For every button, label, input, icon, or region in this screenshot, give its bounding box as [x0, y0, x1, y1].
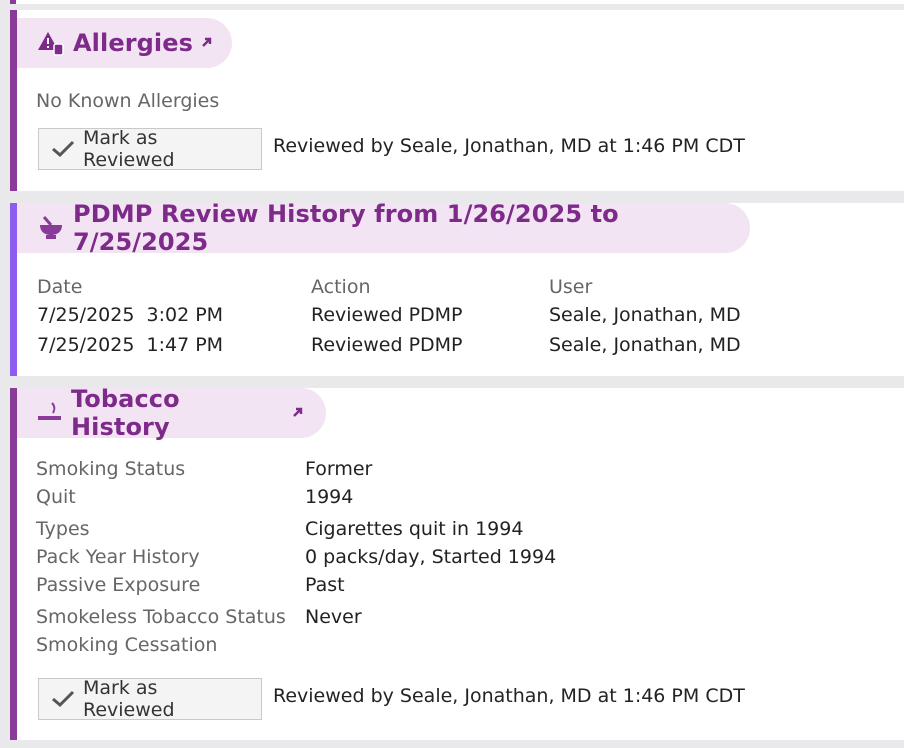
- field-label: Smoking Status: [36, 458, 186, 480]
- pdmp-row-date: 7/25/2025 1:47 PM: [37, 334, 224, 356]
- pdmp-col-date: Date: [37, 276, 83, 298]
- pdmp-col-user: User: [549, 276, 593, 298]
- pdmp-row-user: Seale, Jonathan, MD: [549, 334, 741, 356]
- pdmp-section: PDMP Review History from 1/26/2025 to 7/…: [10, 200, 904, 376]
- pdmp-row-action: Reviewed PDMP: [311, 304, 463, 326]
- checkmark-icon: [51, 690, 75, 708]
- reviewed-by-text: Reviewed by Seale, Jonathan, MD at 1:46 …: [273, 135, 745, 157]
- field-value: 1994: [305, 486, 354, 508]
- allergies-title[interactable]: Allergies: [73, 29, 193, 57]
- pdmp-row-date: 7/25/2025 3:02 PM: [37, 304, 224, 326]
- pdmp-col-action: Action: [311, 276, 371, 298]
- field-value: Never: [305, 606, 362, 628]
- field-label: Smoking Cessation: [36, 634, 218, 656]
- mark-reviewed-button[interactable]: Mark as Reviewed: [38, 127, 262, 171]
- field-value: Cigarettes quit in 1994: [305, 518, 524, 540]
- previous-section-edge: [10, 0, 904, 4]
- field-label: Pack Year History: [36, 546, 200, 568]
- allergies-header: Allergies: [17, 18, 232, 68]
- mortar-pestle-icon: [37, 215, 65, 241]
- field-value: Former: [305, 458, 373, 480]
- checkmark-icon: [51, 140, 75, 158]
- mark-reviewed-label: Mark as Reviewed: [83, 127, 175, 171]
- cigarette-icon: [37, 401, 63, 425]
- external-link-icon[interactable]: [290, 406, 304, 420]
- mark-reviewed-label: Mark as Reviewed: [83, 677, 175, 721]
- field-label: Smokeless Tobacco Status: [36, 606, 286, 628]
- allergies-section: Allergies No Known Allergies Mark as Rev…: [10, 10, 904, 191]
- tobacco-section: Tobacco History Smoking Status Former Qu…: [10, 385, 904, 740]
- allergy-warning-icon: [37, 30, 65, 56]
- field-label: Types: [36, 518, 90, 540]
- tobacco-title[interactable]: Tobacco History: [71, 385, 284, 441]
- pdmp-header: PDMP Review History from 1/26/2025 to 7/…: [17, 200, 750, 256]
- field-value: Past: [305, 574, 345, 596]
- allergy-status: No Known Allergies: [36, 90, 220, 112]
- external-link-icon[interactable]: [199, 36, 213, 50]
- mark-reviewed-button[interactable]: Mark as Reviewed: [38, 677, 262, 721]
- reviewed-by-text: Reviewed by Seale, Jonathan, MD at 1:46 …: [273, 685, 745, 707]
- field-value: 0 packs/day, Started 1994: [305, 546, 557, 568]
- pdmp-title: PDMP Review History from 1/26/2025 to 7/…: [73, 200, 619, 256]
- pdmp-row-action: Reviewed PDMP: [311, 334, 463, 356]
- pdmp-row-user: Seale, Jonathan, MD: [549, 304, 741, 326]
- field-label: Passive Exposure: [36, 574, 201, 596]
- field-label: Quit: [36, 486, 76, 508]
- tobacco-header: Tobacco History: [17, 385, 326, 441]
